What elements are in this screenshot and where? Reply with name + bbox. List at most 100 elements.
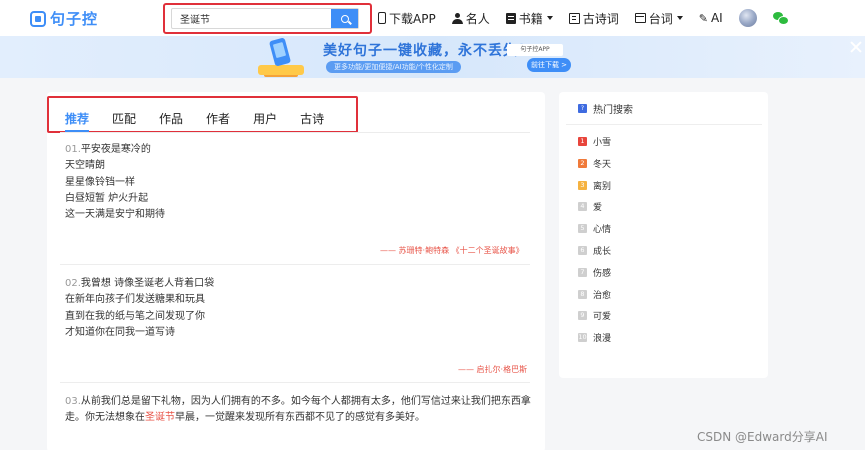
- main-nav: 下载APP 名人 书籍 古诗词 台词 ✎ AI: [378, 9, 789, 27]
- logo-text: 句子控: [50, 10, 99, 28]
- entry-line: 白昼短暂 炉火升起: [65, 192, 149, 204]
- search-button[interactable]: [331, 9, 358, 28]
- search-icon: [340, 14, 349, 23]
- rank-badge: 3: [578, 180, 587, 190]
- rank-badge: 4: [578, 202, 587, 212]
- hot-search-label: 浪漫: [593, 334, 612, 345]
- keyword-highlight: 圣诞节: [145, 412, 175, 424]
- chevron-down-icon: [546, 16, 553, 20]
- tab-authors[interactable]: 作者: [206, 110, 230, 127]
- hot-search-item[interactable]: 10 浪漫: [578, 331, 611, 344]
- entry-source-link[interactable]: —— 苏珊特·鲍特森 《十二个圣诞故事》: [380, 245, 524, 256]
- entry-line: 才知道你在同我一道写诗: [65, 326, 175, 338]
- banner-download-button[interactable]: 前往下载 >: [527, 58, 571, 72]
- hot-search-label: 离别: [593, 181, 612, 192]
- tab-users[interactable]: 用户: [253, 110, 277, 127]
- hot-search-item[interactable]: 8 治愈: [578, 288, 611, 301]
- tabs-divider: [60, 132, 530, 133]
- entry-line: 从前我们总是留下礼物，因为人们拥有的不多。如今每个人都拥有太多，他们写信过来让我…: [80, 396, 531, 407]
- entry-line-part: 早晨，一觉醒来发现所有东西都不见了的感觉有多美好。: [175, 412, 425, 424]
- hot-search-item[interactable]: 9 可爱: [578, 309, 611, 322]
- hot-search-icon: ?: [578, 104, 587, 113]
- book-icon: [505, 12, 516, 24]
- avatar[interactable]: [738, 9, 757, 27]
- site-logo[interactable]: 句子控: [30, 8, 98, 29]
- tab-match[interactable]: 匹配: [112, 110, 136, 127]
- top-header: 句子控 下载APP 名人 书籍 古诗词 台词: [0, 0, 865, 36]
- nav-label: 古诗词: [582, 11, 619, 26]
- close-icon[interactable]: [849, 40, 863, 54]
- entry-line: 直到在我的纸与笔之间发现了你: [65, 310, 205, 322]
- nav-label: 名人: [465, 11, 490, 26]
- poem-icon: [568, 12, 580, 24]
- rank-badge: 10: [578, 333, 587, 343]
- chevron-down-icon: [676, 16, 683, 20]
- entry-line: 天空晴朗: [65, 160, 105, 172]
- entry-source-link[interactable]: —— 启扎尔·格巴斯: [458, 364, 527, 375]
- tv-icon: [634, 13, 646, 23]
- entry-divider: [60, 264, 530, 265]
- watermark: CSDN @Edward分享AI: [697, 430, 828, 444]
- tab-works[interactable]: 作品: [159, 110, 183, 127]
- rank-badge: 8: [578, 289, 587, 299]
- hot-search-item[interactable]: 3 离别: [578, 179, 611, 192]
- list-item[interactable]: 03.从前我们总是留下礼物，因为人们拥有的不多。如今每个人都拥有太多，他们写信过…: [65, 394, 531, 427]
- search-bar: [171, 8, 359, 29]
- rank-badge: 1: [578, 137, 587, 146]
- nav-poems[interactable]: 古诗词: [568, 10, 619, 27]
- hot-search-label: 小雪: [593, 138, 612, 148]
- tab-recommend[interactable]: 推荐: [65, 110, 90, 132]
- tab-ancient-poems[interactable]: 古诗: [300, 110, 324, 127]
- wechat-icon[interactable]: [772, 12, 789, 25]
- hot-search-item[interactable]: 7 伤感: [578, 266, 611, 279]
- hot-search-label: 可爱: [593, 312, 612, 323]
- entry-number: 03.: [65, 396, 81, 407]
- result-tabs: 推荐 匹配 作品 作者 用户 古诗: [65, 110, 347, 132]
- hot-search-item[interactable]: 2 冬天: [578, 157, 611, 170]
- nav-ai[interactable]: ✎ AI: [699, 11, 723, 25]
- nav-celebrities[interactable]: 名人: [451, 10, 490, 27]
- nav-books[interactable]: 书籍: [505, 10, 553, 27]
- phone-icon: [378, 12, 386, 24]
- nav-download-app[interactable]: 下载APP: [378, 10, 436, 27]
- hot-search-label: 爱: [593, 203, 603, 214]
- banner-subtitle: 更多功能/更加便捷/AI功能/个性化定制: [326, 61, 461, 73]
- rank-badge: 6: [578, 246, 587, 255]
- list-item[interactable]: 01.平安夜是寒冷的 天空晴朗 星星像铃铛一样 白昼短暂 炉火升起 这一天满是安…: [65, 142, 165, 223]
- rank-badge: 5: [578, 224, 587, 234]
- list-item[interactable]: 02.我曾想 诗像圣诞老人背着口袋 在新年向孩子们发送糖果和玩具 直到在我的纸与…: [65, 276, 214, 341]
- hot-search-item[interactable]: 4爱: [578, 200, 602, 213]
- hot-search-label: 成长: [593, 247, 612, 257]
- entry-line: 在新年向孩子们发送糖果和玩具: [65, 294, 205, 306]
- hot-search-label: 伤感: [593, 268, 612, 279]
- rank-badge: 9: [578, 311, 587, 321]
- nav-label: 下载APP: [389, 11, 436, 26]
- entry-line-part: 走。你无法想象在: [65, 412, 145, 424]
- banner-title: 美好句子一键收藏，永不丢失！: [323, 43, 533, 59]
- hot-search-item[interactable]: 5 心情: [578, 222, 611, 235]
- hot-search-item[interactable]: 6 成长: [578, 244, 611, 257]
- hot-search-label: 心情: [593, 225, 612, 236]
- promo-banner[interactable]: 美好句子一键收藏，永不丢失！ 更多功能/更加便捷/AI功能/个性化定制 句子控A…: [0, 36, 865, 78]
- nav-label: 书籍: [518, 11, 543, 26]
- nav-label: 台词: [648, 11, 673, 26]
- entry-line: 这一天满是安宁和期待: [65, 209, 165, 221]
- hot-search-title: 热门搜索: [593, 105, 633, 116]
- nav-lines[interactable]: 台词: [634, 10, 683, 27]
- entry-line: 星星像铃铛一样: [65, 176, 135, 188]
- hot-search-item[interactable]: 1 小雪: [578, 135, 611, 148]
- banner-app-badge: 句子控APP: [507, 44, 563, 56]
- entry-divider: [60, 382, 530, 383]
- entry-line: 我曾想 诗像圣诞老人背着口袋: [80, 278, 215, 289]
- hot-search-divider: [566, 124, 762, 125]
- nav-label: AI: [710, 11, 723, 25]
- hot-search-label: 冬天: [593, 159, 612, 170]
- rank-badge: 7: [578, 267, 587, 277]
- entry-line: 平安夜是寒冷的: [80, 144, 151, 155]
- search-input[interactable]: [172, 9, 331, 28]
- hot-search-header: ? 热门搜索: [578, 101, 633, 116]
- rank-badge: 2: [578, 158, 587, 168]
- entry-number: 02.: [65, 278, 81, 289]
- person-icon: [451, 12, 463, 24]
- entry-number: 01.: [65, 144, 81, 155]
